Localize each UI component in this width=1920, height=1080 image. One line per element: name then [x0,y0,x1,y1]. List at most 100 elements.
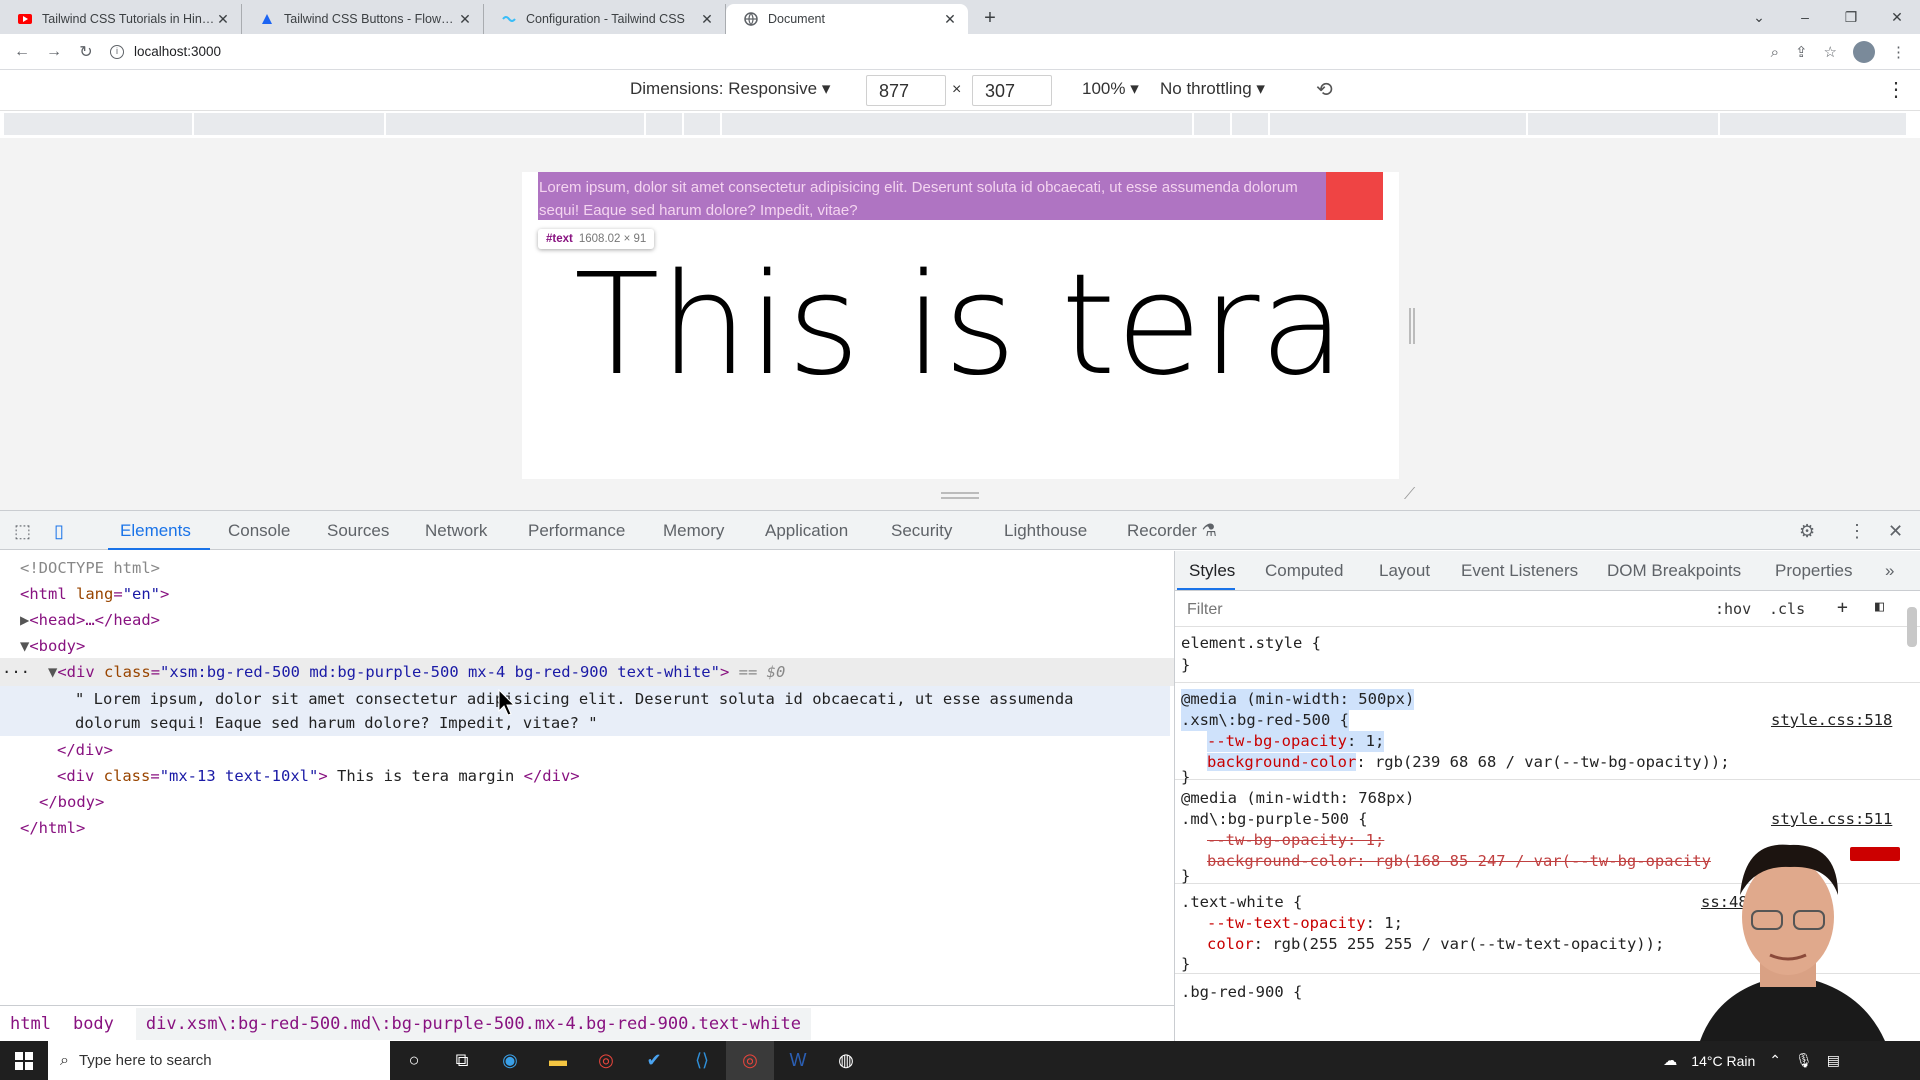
breadcrumb-html[interactable]: html [10,1014,51,1034]
html-node[interactable]: <html lang="en"> [20,581,169,607]
vscode-icon[interactable]: ⟨⟩ [678,1041,726,1080]
device-toggle-icon[interactable]: ▯ [54,521,64,542]
edge-icon[interactable]: ◉ [486,1041,534,1080]
tab-properties[interactable]: Properties [1775,561,1852,581]
media-query-segment[interactable] [1194,113,1230,135]
inspect-element-icon[interactable]: ⬚ [14,521,31,542]
tab-lighthouse[interactable]: Lighthouse [1004,521,1087,541]
file-explorer-icon[interactable]: ▬ [534,1041,582,1080]
width-resize-handle[interactable] [1409,308,1415,344]
media-query-segment[interactable] [4,113,192,135]
tab-memory[interactable]: Memory [663,521,724,541]
css-property[interactable]: background-color: rgb(239 68 68 / var(--… [1207,752,1730,773]
hov-button[interactable]: :hov [1715,600,1751,618]
media-query-segment[interactable] [684,113,720,135]
zoom-icon[interactable]: ⌕ [1771,44,1779,61]
css-property[interactable]: --tw-text-opacity: 1; [1207,913,1403,934]
media-query-segment[interactable] [646,113,682,135]
tab-elements[interactable]: Elements [120,521,191,541]
forward-arrow-icon[interactable]: → [38,43,70,61]
tab-performance[interactable]: Performance [528,521,625,541]
menu-kebab-icon[interactable]: ⋮ [1891,43,1906,61]
style-source-link-511[interactable]: style.css:511 [1771,809,1892,830]
html-close-tag[interactable]: </html> [20,815,85,841]
md-selector[interactable]: .md\:bg-purple-500 { [1181,809,1368,830]
tray-chevron-icon[interactable]: ⌃ [1769,1052,1781,1069]
new-tab-button[interactable]: + [976,4,1004,32]
div-node-selected[interactable]: ··· ▼<div class="xsm:bg-red-500 md:bg-pur… [2,659,785,685]
chrome-icon[interactable]: ◎ [582,1041,630,1080]
tab-dom-breakpoints[interactable]: DOM Breakpoints [1607,561,1741,581]
css-property[interactable]: color: rgb(255 255 255 / var(--tw-text-o… [1207,934,1664,955]
task-view-icon[interactable]: ⧉ [438,1041,486,1080]
media-query-segment[interactable] [1232,113,1268,135]
network-icon[interactable]: ▤ [1827,1052,1840,1069]
taskbar-search[interactable]: ⌕ Type here to search [48,1041,390,1080]
browser-tab-flowbite[interactable]: Tailwind CSS Buttons - Flowbite ✕ [242,4,484,34]
zoom-dropdown[interactable]: 100% ▾ [1082,79,1139,99]
tab-event-listeners[interactable]: Event Listeners [1461,561,1578,581]
reload-icon[interactable]: ↻ [70,42,102,62]
browser-tab-document[interactable]: Document ✕ [726,4,968,34]
microphone-icon[interactable]: 🎙 [1795,1052,1813,1069]
close-icon[interactable]: ✕ [215,11,231,27]
style-source-link-518[interactable]: style.css:518 [1771,710,1892,731]
text-node-line-2[interactable]: dolorum sequi! Eaque sed harum dolore? I… [75,710,598,736]
media-query-segment[interactable] [722,113,1192,135]
add-rule-icon[interactable]: + [1837,597,1848,618]
media-query-segment[interactable] [194,113,384,135]
minimize-button[interactable]: – [1782,9,1828,25]
back-arrow-icon[interactable]: ← [6,43,38,61]
gear-icon[interactable]: ⚙ [1799,521,1815,542]
media-query-segment[interactable] [1720,113,1906,135]
height-input[interactable]: 307 [972,75,1052,106]
star-icon[interactable]: ☆ [1824,43,1837,61]
start-button[interactable] [0,1041,48,1080]
window-close-button[interactable]: ✕ [1874,9,1920,26]
tab-recorder[interactable]: Recorder ⚗ [1127,521,1217,541]
todo-icon[interactable]: ✔ [630,1041,678,1080]
device-menu-kebab-icon[interactable]: ⋮ [1886,77,1906,102]
width-input[interactable]: 877 [866,75,946,106]
css-property[interactable]: --tw-bg-opacity: 1; [1207,731,1385,752]
media-query-segment[interactable] [1270,113,1526,135]
close-icon[interactable]: ✕ [699,11,715,27]
xsm-selector[interactable]: .xsm\:bg-red-500 { [1181,710,1349,731]
media-query-768[interactable]: @media (min-width: 768px) [1181,788,1414,809]
more-tabs-icon[interactable]: » [1885,561,1894,581]
chrome-active-icon[interactable]: ◎ [726,1041,774,1080]
media-query-500[interactable]: @media (min-width: 500px) [1181,689,1415,710]
collapse-triangle-icon[interactable]: ▼ [20,637,29,655]
expand-triangle-icon[interactable]: ▶ [20,611,29,629]
breadcrumb-body[interactable]: body [73,1014,114,1034]
tab-network[interactable]: Network [425,521,487,541]
cls-button[interactable]: .cls [1769,600,1805,618]
info-icon[interactable]: i [110,44,124,59]
dimensions-dropdown[interactable]: Dimensions: Responsive ▾ [630,79,830,99]
body-node[interactable]: ▼<body> [20,633,85,659]
word-icon[interactable]: W [774,1041,822,1080]
toggle-sidebar-icon[interactable]: ◧ [1875,597,1884,615]
height-resize-handle[interactable] [941,492,979,499]
filter-input[interactable]: Filter [1187,601,1223,619]
avatar[interactable] [1853,41,1875,63]
browser-tab-tailwind[interactable]: Configuration - Tailwind CSS ✕ [484,4,726,34]
tab-sources[interactable]: Sources [327,521,389,541]
tab-computed[interactable]: Computed [1265,561,1343,581]
throttling-dropdown[interactable]: No throttling ▾ [1160,79,1265,99]
element-style-selector[interactable]: element.style { [1181,633,1321,654]
chevron-down-icon[interactable]: ⌄ [1736,9,1782,26]
overridden-property[interactable]: --tw-bg-opacity: 1; [1207,830,1384,851]
tab-layout[interactable]: Layout [1379,561,1430,581]
browser-tab-youtube[interactable]: Tailwind CSS Tutorials in Hindi - Y ✕ [0,4,242,34]
corner-resize-handle[interactable]: ⟋ [1404,486,1415,504]
body-close-tag[interactable]: </body> [39,789,104,815]
cortana-icon[interactable]: ○ [390,1041,438,1080]
tab-application[interactable]: Application [765,521,848,541]
breadcrumb-div[interactable]: div.xsm\:bg-red-500.md\:bg-purple-500.mx… [135,1007,811,1040]
obs-icon[interactable]: ◍ [822,1041,870,1080]
collapse-triangle-icon[interactable]: ▼ [48,663,57,681]
text-white-selector[interactable]: .text-white { [1181,892,1302,913]
media-query-segment[interactable] [386,113,644,135]
tab-security[interactable]: Security [891,521,952,541]
